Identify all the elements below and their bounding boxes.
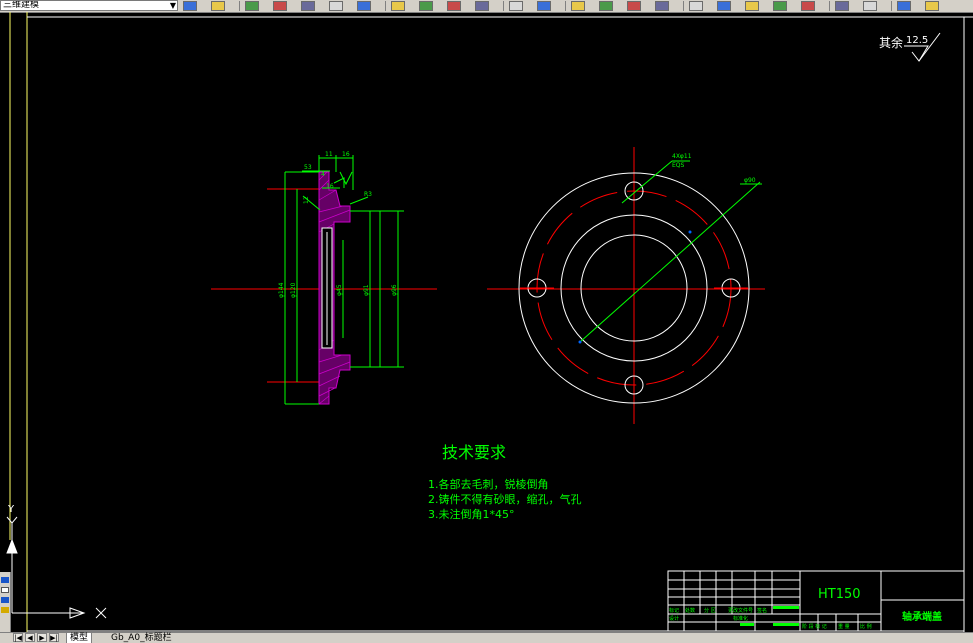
undo-icon[interactable] bbox=[509, 1, 523, 11]
drawing-canvas[interactable]: 其余 12.5 53 11 16 16 4 12 R3 φ144 φ120 φ4… bbox=[0, 12, 973, 632]
calculator-icon[interactable] bbox=[835, 1, 849, 11]
properties-icon[interactable] bbox=[689, 1, 703, 11]
ucs-icon bbox=[6, 516, 107, 619]
tech-requirements: 技术要求 1.各部去毛刺，锐棱倒角 2.铸件不得有砂眼，缩孔，气孔 3.未注倒角… bbox=[428, 443, 582, 521]
toolbar-separator bbox=[565, 1, 566, 11]
tech-item-2: 2.铸件不得有砂眼，缩孔，气孔 bbox=[428, 492, 582, 506]
dim-12: 12 bbox=[303, 196, 310, 204]
copy-icon[interactable] bbox=[419, 1, 433, 11]
toolbar-separator bbox=[503, 1, 504, 11]
workspace-dropdown[interactable]: 三维建模 ▼ bbox=[0, 0, 178, 11]
zoom-previous-icon[interactable] bbox=[655, 1, 669, 11]
roughness-symbol: 其余 12.5 bbox=[879, 32, 941, 62]
pcd-leader-label: φ90 bbox=[744, 177, 756, 184]
tech-item-1: 1.各部去毛刺，锐棱倒角 bbox=[428, 477, 549, 491]
snap-icon[interactable] bbox=[1, 577, 9, 583]
plot-icon[interactable] bbox=[301, 1, 315, 11]
matchprop-icon[interactable] bbox=[475, 1, 489, 11]
tb-cell-standard: 标准化 bbox=[733, 615, 748, 622]
dim-11: 11 bbox=[325, 151, 333, 158]
polar-icon[interactable] bbox=[1, 607, 9, 613]
sheet-set-icon[interactable] bbox=[773, 1, 787, 11]
tb-cell-sign: 签名 bbox=[757, 607, 767, 614]
toolbar-separator bbox=[891, 1, 892, 11]
tab-nav-first[interactable]: |◀ bbox=[13, 633, 23, 642]
workspace-settings-icon[interactable] bbox=[183, 1, 197, 11]
holes-leader-label: 4Xφ11 bbox=[672, 153, 692, 160]
dim-53: 53 bbox=[304, 164, 312, 171]
holes-leader-sub: EQS bbox=[672, 162, 685, 169]
tb-cell-stage: 阶 段 标 记 bbox=[802, 623, 827, 630]
tech-item-3: 3.未注倒角1*45° bbox=[428, 507, 515, 521]
dim-16a: 16 bbox=[342, 151, 350, 158]
dim-16b: 16 bbox=[326, 183, 334, 190]
layout-tabs: |◀ ◀ ▶ ▶| 模型 Gb_A0_标题栏 bbox=[0, 632, 973, 643]
ucs-y-label: Y bbox=[7, 504, 15, 515]
publish-icon[interactable] bbox=[357, 1, 371, 11]
grid-icon[interactable] bbox=[1, 587, 9, 593]
pan-icon[interactable] bbox=[571, 1, 585, 11]
toolbar-separator bbox=[385, 1, 386, 11]
markup-icon[interactable] bbox=[801, 1, 815, 11]
preview-icon[interactable] bbox=[329, 1, 343, 11]
toolbar-separator bbox=[829, 1, 830, 11]
layers-icon[interactable] bbox=[897, 1, 911, 11]
open-icon[interactable] bbox=[245, 1, 259, 11]
chevron-down-icon: ▼ bbox=[169, 1, 176, 10]
roughness-label: 其余 bbox=[879, 35, 903, 50]
dim-phi144: φ144 bbox=[278, 282, 285, 298]
plan-view: 4Xφ11 EQS φ90 bbox=[487, 147, 765, 424]
save-icon[interactable] bbox=[273, 1, 287, 11]
tab-nav-next[interactable]: ▶ bbox=[37, 633, 47, 642]
tb-cell-count: 处数 bbox=[685, 607, 695, 614]
dim-phi120: φ120 bbox=[290, 282, 297, 298]
section-view: 53 11 16 16 4 12 R3 φ144 φ120 φ45 φ91 φ9… bbox=[211, 151, 437, 405]
layer-prev-icon[interactable] bbox=[925, 1, 939, 11]
dim-r3: R3 bbox=[364, 191, 372, 198]
cut-icon[interactable] bbox=[391, 1, 405, 11]
ortho-icon[interactable] bbox=[1, 597, 9, 603]
zoom-window-icon[interactable] bbox=[627, 1, 641, 11]
zoom-realtime-icon[interactable] bbox=[599, 1, 613, 11]
workspace-label: 三维建模 bbox=[3, 0, 40, 10]
redo-icon[interactable] bbox=[537, 1, 551, 11]
tb-cell-design: 设计 bbox=[669, 615, 679, 622]
tb-cell-zone: 分 区 bbox=[704, 607, 716, 614]
tb-material: HT150 bbox=[818, 587, 861, 602]
tb-cell-scale: 比 例 bbox=[860, 623, 872, 630]
dim-phi45: φ45 bbox=[336, 284, 343, 296]
toolbar-separator bbox=[239, 1, 240, 11]
tab-nav-last[interactable]: ▶| bbox=[49, 633, 59, 642]
tech-title: 技术要求 bbox=[442, 443, 506, 462]
tb-cell-docno: 更改文件号 bbox=[728, 607, 753, 614]
help-icon[interactable] bbox=[863, 1, 877, 11]
dim-4: 4 bbox=[321, 171, 325, 178]
drawing-svg: 其余 12.5 53 11 16 16 4 12 R3 φ144 φ120 φ4… bbox=[6, 12, 973, 632]
paste-icon[interactable] bbox=[447, 1, 461, 11]
toolbar-separator bbox=[683, 1, 684, 11]
dim-phi91: φ91 bbox=[363, 284, 370, 296]
tool-palettes-icon[interactable] bbox=[745, 1, 759, 11]
tb-cell-weight: 重 量 bbox=[838, 623, 850, 630]
docked-toolbar-strip bbox=[0, 572, 11, 632]
tb-cell-mark: 标记 bbox=[669, 607, 679, 614]
dim-phi96: φ96 bbox=[391, 284, 398, 296]
design-center-icon[interactable] bbox=[717, 1, 731, 11]
roughness-value: 12.5 bbox=[906, 35, 928, 46]
new-icon[interactable] bbox=[211, 1, 225, 11]
tab-nav-prev[interactable]: ◀ bbox=[25, 633, 35, 642]
tb-part-name: 轴承端盖 bbox=[902, 610, 942, 623]
